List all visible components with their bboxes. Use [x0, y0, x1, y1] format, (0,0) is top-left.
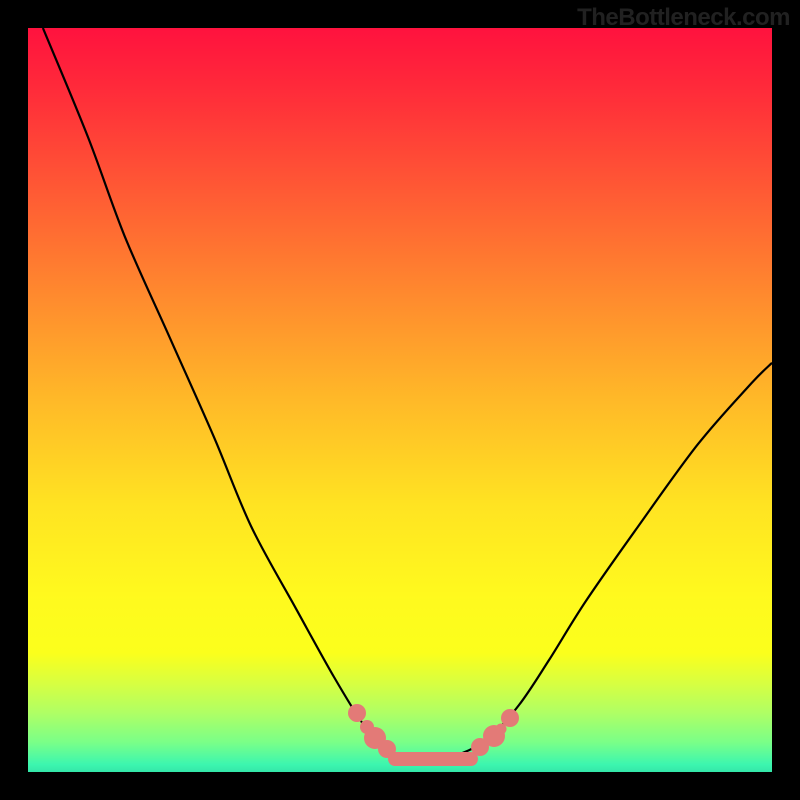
curve-marker: [348, 704, 366, 722]
curve-path: [43, 28, 772, 760]
curve-marker: [501, 709, 519, 727]
plot-area: [28, 28, 772, 772]
bottleneck-curve: [28, 28, 772, 772]
watermark-text: TheBottleneck.com: [577, 4, 790, 32]
curve-flat-segment: [388, 752, 478, 766]
